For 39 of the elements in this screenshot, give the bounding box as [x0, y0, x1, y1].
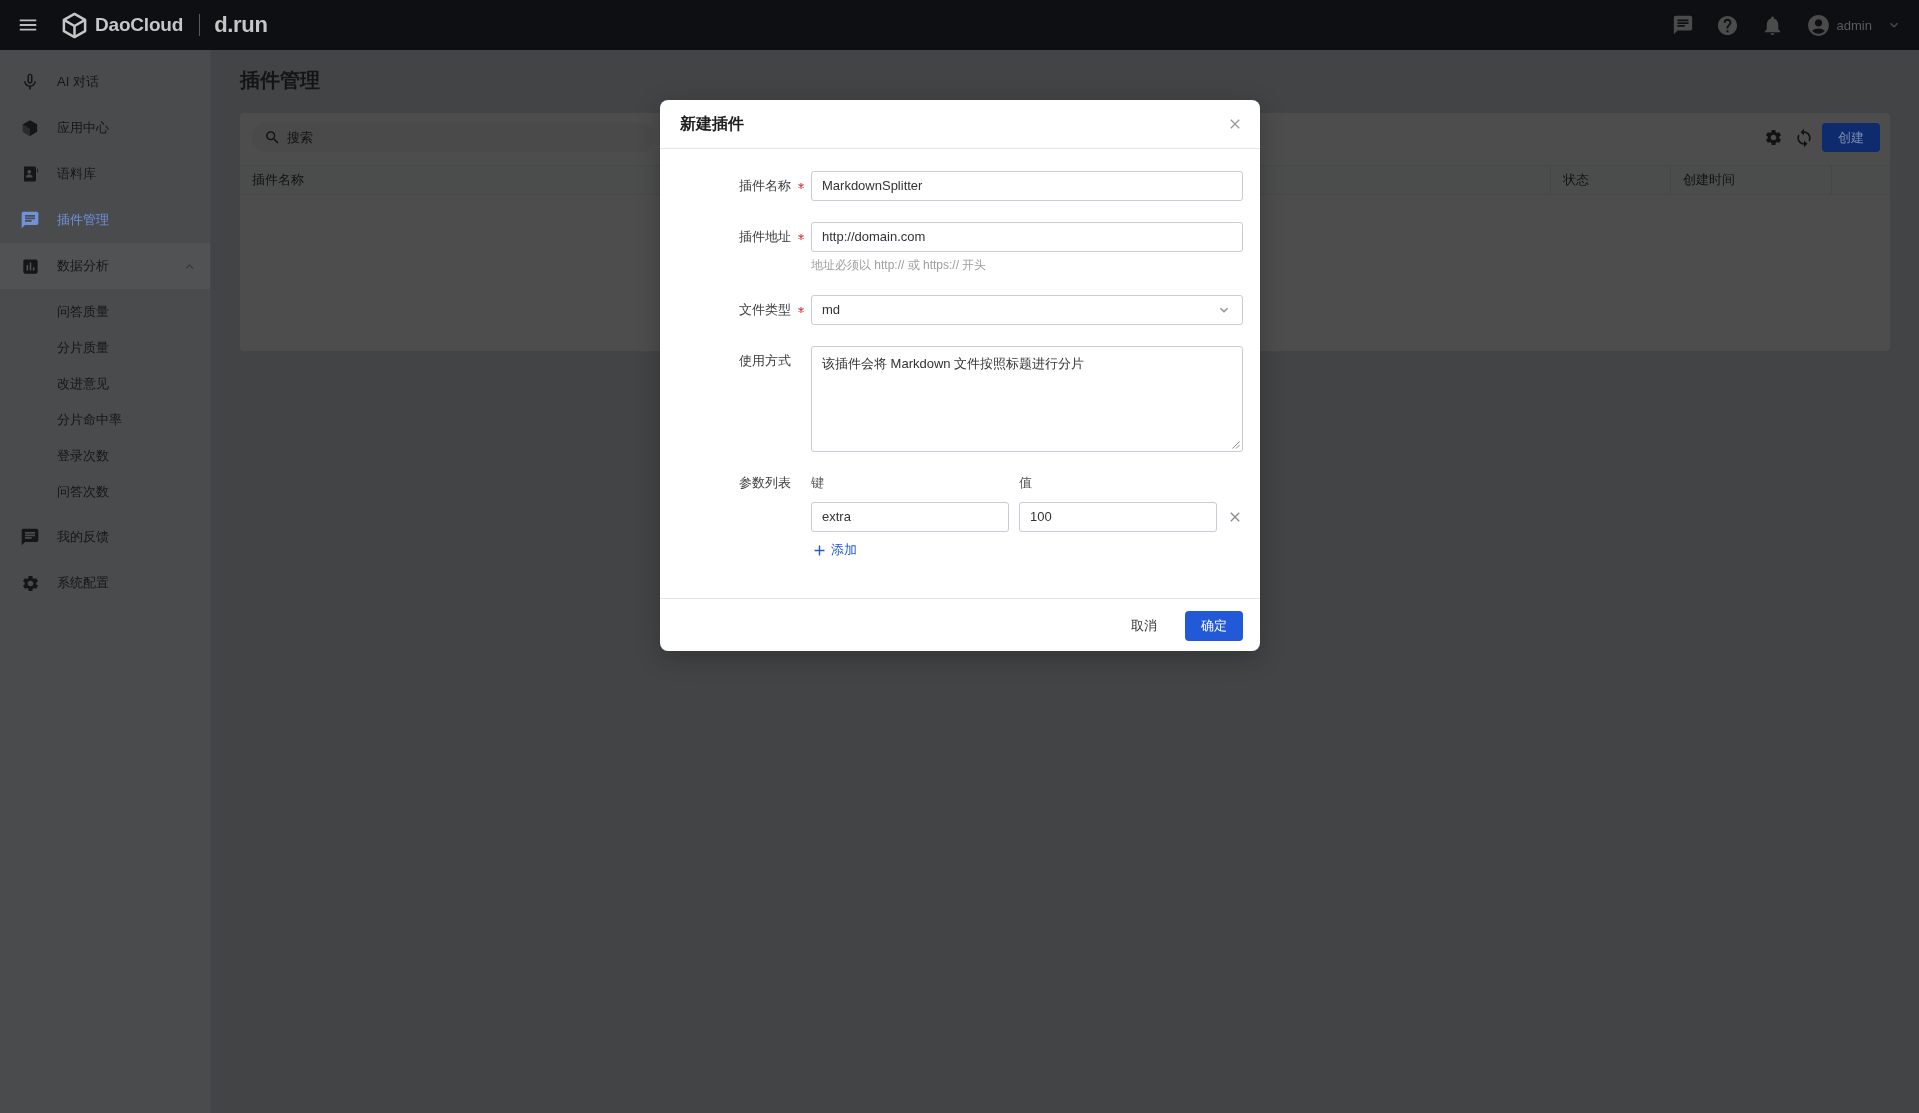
- settings-icon: [20, 573, 40, 593]
- add-link[interactable]: 添加: [811, 541, 857, 559]
- column-label: 键: [811, 475, 824, 492]
- cube-icon: [21, 119, 39, 137]
- brand-name: DaoCloud: [95, 14, 184, 36]
- field-label: 参数列表: [739, 474, 791, 492]
- chart-icon: [20, 256, 40, 276]
- refresh-icon[interactable]: [1794, 127, 1814, 148]
- sidebar-item[interactable]: 插件管理: [0, 197, 210, 243]
- select-field[interactable]: md: [811, 295, 1243, 325]
- settings-icon[interactable]: [1764, 128, 1783, 147]
- field-label: 插件地址: [739, 228, 791, 246]
- avatar-icon[interactable]: [1805, 12, 1831, 38]
- search-icon: [264, 129, 281, 146]
- column-label: 值: [1019, 475, 1032, 492]
- product-name: d.run: [214, 12, 268, 38]
- help-text: 地址必须以 http:// 或 https:// 开头: [811, 257, 987, 274]
- contact-book-icon: [21, 165, 39, 183]
- search-field[interactable]: 搜索: [252, 123, 655, 152]
- textarea-field[interactable]: 该插件会将 Markdown 文件按照标题进行分片: [811, 346, 1243, 452]
- chat-icon: [20, 210, 40, 230]
- dialog-title: 新建插件: [680, 113, 744, 134]
- logo-icon: [61, 11, 88, 39]
- resize-handle-icon[interactable]: [1232, 441, 1240, 449]
- chat-icon: [20, 527, 40, 547]
- create-button[interactable]: 创建: [1822, 123, 1880, 152]
- help-icon[interactable]: [1715, 13, 1739, 37]
- text-field[interactable]: http://domain.com: [811, 222, 1243, 252]
- confirm-button[interactable]: 确定: [1185, 611, 1243, 641]
- value-field[interactable]: 100: [1019, 502, 1217, 532]
- field-label: 文件类型: [739, 301, 791, 319]
- text-field[interactable]: MarkdownSplitter: [811, 171, 1243, 201]
- key-field[interactable]: extra: [811, 502, 1009, 532]
- field-label: 插件名称: [739, 177, 791, 195]
- chat-icon[interactable]: [1671, 14, 1694, 36]
- cancel-button[interactable]: 取消: [1115, 611, 1173, 641]
- user-name[interactable]: admin: [1836, 17, 1872, 33]
- field-label: 使用方式: [739, 352, 791, 370]
- sidebar-item[interactable]: 数据分析: [0, 243, 210, 289]
